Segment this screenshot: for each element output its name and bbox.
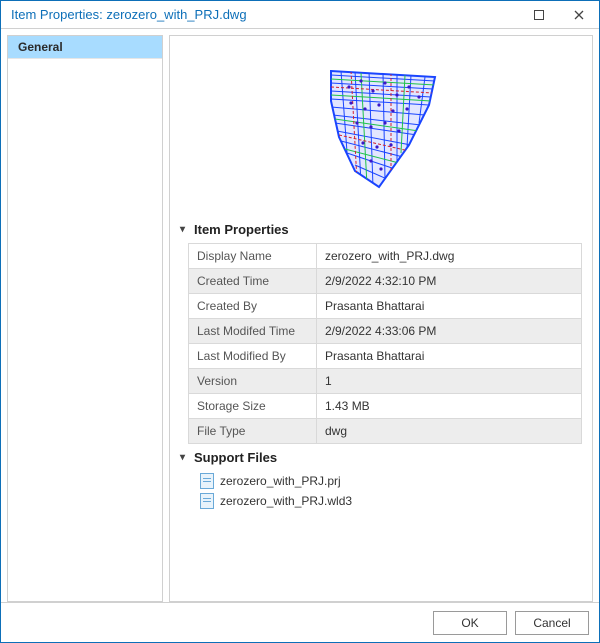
prop-label: Last Modified By: [189, 344, 317, 369]
prop-label: File Type: [189, 419, 317, 444]
window-title-prefix: Item Properties:: [11, 7, 106, 22]
support-file-name: zerozero_with_PRJ.prj: [220, 474, 341, 488]
chevron-down-icon: ▾: [180, 224, 192, 235]
window-title: Item Properties: zerozero_with_PRJ.dwg: [11, 7, 519, 22]
properties-table: Display Namezerozero_with_PRJ.dwg Create…: [188, 243, 582, 444]
cancel-button[interactable]: Cancel: [515, 611, 589, 635]
support-file-row[interactable]: zerozero_with_PRJ.prj: [180, 471, 582, 491]
maximize-icon: [534, 10, 544, 20]
prop-label: Last Modifed Time: [189, 319, 317, 344]
sidebar-item-label: General: [18, 40, 63, 54]
prop-label: Version: [189, 369, 317, 394]
titlebar: Item Properties: zerozero_with_PRJ.dwg: [1, 1, 599, 29]
table-row: Last Modified ByPrasanta Bhattarai: [189, 344, 582, 369]
table-row: Created ByPrasanta Bhattarai: [189, 294, 582, 319]
content-panel: ▾ Item Properties Display Namezerozero_w…: [169, 35, 593, 602]
prop-value: 2/9/2022 4:32:10 PM: [317, 269, 582, 294]
dialog-body: General: [1, 29, 599, 602]
support-file-name: zerozero_with_PRJ.wld3: [220, 494, 352, 508]
close-button[interactable]: [559, 1, 599, 29]
button-label: Cancel: [533, 616, 570, 630]
table-row: File Typedwg: [189, 419, 582, 444]
item-thumbnail: [180, 46, 582, 216]
file-icon: [200, 473, 214, 489]
table-row: Storage Size1.43 MB: [189, 394, 582, 419]
dwg-preview-icon: [301, 61, 461, 201]
window-title-item: zerozero_with_PRJ.dwg: [106, 7, 246, 22]
support-file-row[interactable]: zerozero_with_PRJ.wld3: [180, 491, 582, 511]
button-label: OK: [461, 616, 478, 630]
sidebar-item-general[interactable]: General: [8, 36, 162, 59]
section-label: Item Properties: [194, 222, 289, 237]
section-item-properties[interactable]: ▾ Item Properties: [180, 222, 582, 237]
table-row: Last Modifed Time2/9/2022 4:33:06 PM: [189, 319, 582, 344]
section-support-files[interactable]: ▾ Support Files: [180, 450, 582, 465]
prop-label: Display Name: [189, 244, 317, 269]
chevron-down-icon: ▾: [180, 452, 192, 463]
prop-value: 2/9/2022 4:33:06 PM: [317, 319, 582, 344]
dialog-footer: OK Cancel: [1, 602, 599, 642]
table-row: Version1: [189, 369, 582, 394]
maximize-button[interactable]: [519, 1, 559, 29]
file-icon: [200, 493, 214, 509]
prop-value: Prasanta Bhattarai: [317, 294, 582, 319]
table-row: Display Namezerozero_with_PRJ.dwg: [189, 244, 582, 269]
item-properties-dialog: Item Properties: zerozero_with_PRJ.dwg G…: [0, 0, 600, 643]
table-row: Created Time2/9/2022 4:32:10 PM: [189, 269, 582, 294]
sidebar: General: [7, 35, 163, 602]
prop-label: Created Time: [189, 269, 317, 294]
prop-value: 1: [317, 369, 582, 394]
prop-value: 1.43 MB: [317, 394, 582, 419]
prop-value: Prasanta Bhattarai: [317, 344, 582, 369]
prop-label: Storage Size: [189, 394, 317, 419]
ok-button[interactable]: OK: [433, 611, 507, 635]
prop-label: Created By: [189, 294, 317, 319]
close-icon: [574, 10, 584, 20]
section-label: Support Files: [194, 450, 277, 465]
prop-value: dwg: [317, 419, 582, 444]
prop-value: zerozero_with_PRJ.dwg: [317, 244, 582, 269]
